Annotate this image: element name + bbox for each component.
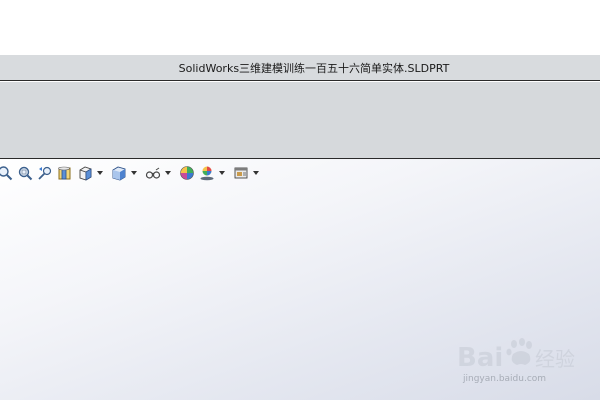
view-orientation-dropdown-icon[interactable] [96, 164, 104, 182]
svg-text:经验: 经验 [535, 347, 575, 371]
hide-show-dropdown-icon[interactable] [164, 164, 172, 182]
window-title: SolidWorks三维建模训练一百五十六简单实体.SLDPRT [178, 61, 450, 75]
desktop-top-area [0, 0, 600, 55]
hide-show-items-icon[interactable] [144, 164, 162, 182]
edit-appearance-icon[interactable] [178, 164, 196, 182]
apply-scene-dropdown-icon[interactable] [218, 164, 226, 182]
apply-scene-icon[interactable] [198, 164, 216, 182]
zoom-to-fit-icon[interactable] [0, 164, 14, 182]
view-settings-dropdown-icon[interactable] [252, 164, 260, 182]
previous-view-icon[interactable] [36, 164, 54, 182]
watermark-url: jingyan.baidu.com [463, 374, 547, 384]
view-orientation-icon[interactable] [76, 164, 94, 182]
svg-text:Bai: Bai [457, 343, 503, 373]
section-view-icon[interactable] [56, 164, 74, 182]
command-manager-ribbon [0, 82, 600, 159]
display-style-dropdown-icon[interactable] [130, 164, 138, 182]
zoom-to-area-icon[interactable] [16, 164, 34, 182]
heads-up-view-toolbar [0, 163, 264, 183]
view-settings-icon[interactable] [232, 164, 250, 182]
display-style-icon[interactable] [110, 164, 128, 182]
window-titlebar[interactable]: SolidWorks三维建模训练一百五十六简单实体.SLDPRT [0, 55, 600, 81]
